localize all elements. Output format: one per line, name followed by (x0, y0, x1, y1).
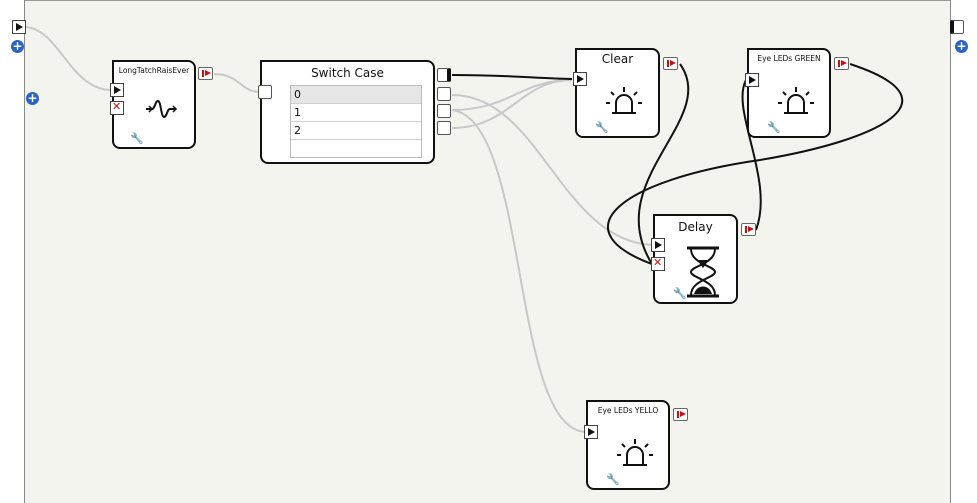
switch-case-title: Switch Case (311, 66, 384, 80)
delay-title: Delay (678, 220, 713, 234)
longtouch-onstop-port[interactable] (110, 100, 124, 115)
switch-case-output-2[interactable] (437, 121, 451, 135)
eye-yellow-onstart-port[interactable] (584, 425, 598, 439)
led-light-icon (778, 87, 814, 114)
add-input-plus-icon[interactable]: + (11, 40, 24, 53)
wire-case0-to-clear (451, 74, 573, 80)
eye-yellow-box[interactable]: Eye LEDs YELLO 🔧 (586, 400, 670, 490)
delay-box[interactable]: Delay 🔧 (653, 214, 738, 304)
longtouch-onstart-port[interactable] (110, 83, 124, 97)
eye-green-box[interactable]: Eye LEDs GREEN 🔧 (747, 48, 831, 138)
add-output-plus-icon[interactable]: + (955, 40, 968, 53)
case-row-0[interactable]: 0 (291, 86, 421, 104)
clear-output-port[interactable] (663, 57, 678, 70)
clear-box[interactable]: Clear 🔧 (575, 48, 660, 138)
clear-onstart-port[interactable] (573, 72, 587, 86)
eye-yellow-title: Eye LEDs YELLO (597, 406, 659, 415)
right-output-rail (950, 0, 977, 503)
longtouch-box[interactable]: LongTatchRaisEver 🔧 (112, 60, 196, 149)
wire-case1-to-yellow (451, 109, 587, 433)
led-light-icon (606, 87, 642, 114)
led-light-icon (617, 439, 653, 466)
wrench-icon[interactable]: 🔧 (767, 121, 781, 134)
eye-green-title: Eye LEDs GREEN (757, 54, 821, 63)
switch-case-output-1[interactable] (437, 104, 451, 118)
switch-case-output-0[interactable] (437, 68, 451, 82)
hourglass-icon (687, 246, 719, 298)
longtouch-title: LongTatchRaisEver (118, 66, 190, 75)
case-row-1[interactable]: 1 (291, 104, 421, 122)
wire-case2-to-clear (451, 79, 573, 129)
eye-green-onstart-port[interactable] (745, 73, 759, 87)
longtouch-output-port[interactable] (198, 67, 213, 80)
eye-green-output-port[interactable] (834, 57, 849, 70)
switch-case-list[interactable]: 0 1 2 (290, 85, 422, 158)
left-input-rail (0, 0, 25, 503)
wire-case1-to-clear (451, 79, 573, 111)
flow-diagram-canvas[interactable]: + + + LongTatchRaisEver 🔧 Switch Case 0 … (0, 0, 977, 503)
wrench-icon[interactable]: 🔧 (130, 132, 144, 145)
delay-onstop-port[interactable] (651, 256, 665, 271)
touch-wave-icon (146, 99, 178, 119)
wrench-icon[interactable]: 🔧 (606, 473, 620, 486)
clear-title: Clear (601, 52, 634, 66)
eye-yellow-output-port[interactable] (673, 408, 688, 421)
case-row-2[interactable]: 2 (291, 122, 421, 140)
wire-longtouch-to-switch (213, 73, 261, 93)
wrench-icon[interactable]: 🔧 (673, 287, 687, 300)
wire-onstart-to-longtouch (25, 26, 113, 91)
delay-onstart-port[interactable] (651, 238, 665, 252)
switch-case-input-port[interactable] (258, 85, 272, 99)
case-row-empty[interactable] (291, 140, 421, 157)
onstart-input-port[interactable] (12, 20, 26, 34)
canvas-top-border (0, 0, 977, 1)
delay-output-port[interactable] (741, 223, 756, 236)
switch-case-output-0b[interactable] (437, 87, 451, 101)
add-parameter-plus-icon[interactable]: + (26, 92, 39, 105)
wrench-icon[interactable]: 🔧 (595, 121, 609, 134)
onstopped-output-port[interactable] (950, 20, 964, 34)
